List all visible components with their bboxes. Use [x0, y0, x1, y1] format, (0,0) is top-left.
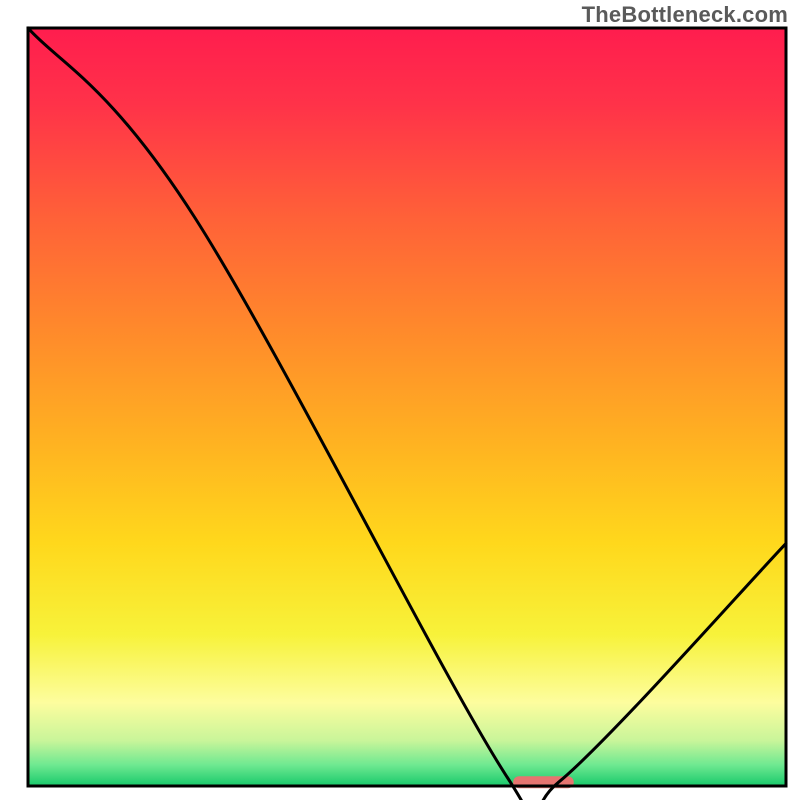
- chart-stage: TheBottleneck.com: [0, 0, 800, 800]
- bottleneck-curve-plot: [0, 0, 800, 800]
